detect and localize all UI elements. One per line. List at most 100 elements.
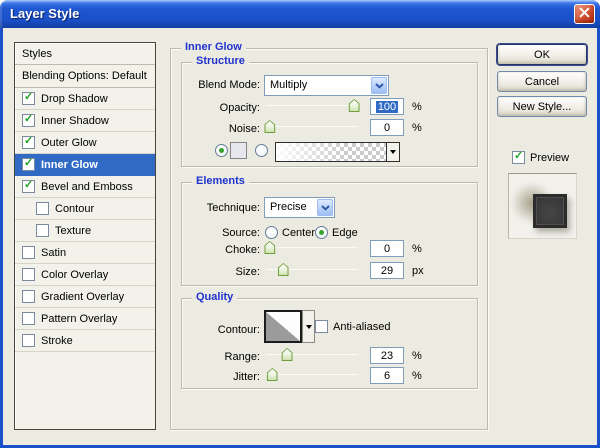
preview-toggle[interactable]: Preview — [512, 151, 569, 164]
choke-slider-thumb[interactable] — [264, 241, 275, 254]
blend-mode-select[interactable]: Multiply — [264, 75, 389, 96]
sidebar-item-label: Drop Shadow — [41, 93, 108, 105]
size-label: Size: — [182, 266, 260, 278]
antialiased-checkbox[interactable] — [315, 320, 328, 333]
technique-select[interactable]: Precise — [264, 197, 335, 218]
chevron-down-icon[interactable] — [317, 199, 333, 216]
choke-unit: % — [412, 243, 422, 255]
sidebar-item[interactable]: Pattern Overlay — [15, 308, 155, 330]
jitter-label: Jitter: — [182, 371, 260, 383]
sidebar-item[interactable]: Gradient Overlay — [15, 286, 155, 308]
noise-value: 0 — [384, 122, 390, 134]
contour-thumbnail[interactable] — [264, 310, 302, 343]
range-slider[interactable] — [266, 348, 358, 362]
choke-slider[interactable] — [266, 241, 358, 255]
structure-group: Structure Blend Mode: Multiply Opacity: … — [181, 62, 478, 167]
range-slider-thumb[interactable] — [282, 348, 293, 361]
jitter-value: 6 — [384, 370, 390, 382]
size-value: 29 — [381, 265, 393, 277]
structure-title: Structure — [192, 55, 249, 67]
ok-button[interactable]: OK — [497, 44, 587, 65]
cancel-button[interactable]: Cancel — [497, 71, 587, 92]
new-style-button[interactable]: New Style... — [497, 96, 587, 117]
jitter-input[interactable]: 6 — [370, 367, 404, 384]
jitter-slider[interactable] — [266, 368, 358, 382]
styles-list-header: Styles — [15, 43, 155, 65]
sidebar-item-blending-options[interactable]: Blending Options: Default — [15, 65, 155, 88]
size-slider-thumb[interactable] — [278, 263, 289, 276]
choke-input[interactable]: 0 — [370, 240, 404, 257]
sidebar-item-label: Gradient Overlay — [41, 291, 124, 303]
style-checkbox[interactable] — [22, 180, 35, 193]
styles-list: Styles Blending Options: Default Drop Sh… — [14, 42, 156, 430]
range-label: Range: — [182, 351, 260, 363]
sidebar-item[interactable]: Texture — [15, 220, 155, 242]
source-edge-radio[interactable] — [315, 226, 328, 239]
source-edge-label[interactable]: Edge — [332, 227, 358, 239]
style-checkbox[interactable] — [22, 312, 35, 325]
close-icon — [579, 5, 590, 23]
noise-input[interactable]: 0 — [370, 119, 404, 136]
color-radio[interactable] — [215, 144, 228, 157]
style-checkbox[interactable] — [22, 136, 35, 149]
range-input[interactable]: 23 — [370, 347, 404, 364]
elements-title: Elements — [192, 175, 249, 187]
style-checkbox[interactable] — [22, 114, 35, 127]
antialiased-label[interactable]: Anti-aliased — [333, 321, 390, 333]
gradient-dropdown-arrow-icon[interactable] — [386, 143, 399, 161]
style-checkbox[interactable] — [22, 158, 35, 171]
blend-mode-label: Blend Mode: — [182, 79, 260, 91]
sidebar-item-label: Color Overlay — [41, 269, 108, 281]
inner-glow-panel: Inner Glow Structure Blend Mode: Multipl… — [170, 48, 488, 430]
size-unit: px — [412, 265, 424, 277]
glow-color-swatch[interactable] — [230, 142, 247, 159]
gradient-picker[interactable] — [275, 142, 400, 162]
window-title: Layer Style — [10, 6, 79, 21]
slider-track — [266, 374, 358, 375]
close-button[interactable] — [574, 4, 595, 24]
jitter-slider-thumb[interactable] — [267, 368, 278, 381]
slider-track — [266, 105, 358, 106]
opacity-input[interactable]: 100 — [370, 98, 404, 115]
noise-slider[interactable] — [266, 120, 358, 134]
sidebar-item[interactable]: Satin — [15, 242, 155, 264]
source-center-label[interactable]: Center — [282, 227, 315, 239]
style-checkbox[interactable] — [36, 224, 49, 237]
source-center-radio[interactable] — [265, 226, 278, 239]
opacity-value: 100 — [376, 101, 398, 113]
title-bar[interactable]: Layer Style — [0, 0, 600, 28]
style-checkbox[interactable] — [22, 268, 35, 281]
contour-dropdown-arrow-icon[interactable] — [302, 310, 315, 343]
noise-slider-thumb[interactable] — [264, 120, 275, 133]
sidebar-item[interactable]: Stroke — [15, 330, 155, 352]
sidebar-item[interactable]: Outer Glow — [15, 132, 155, 154]
gradient-radio[interactable] — [255, 144, 268, 157]
style-checkbox[interactable] — [22, 334, 35, 347]
sidebar-item[interactable]: Bevel and Emboss — [15, 176, 155, 198]
sidebar-item[interactable]: Inner Shadow — [15, 110, 155, 132]
style-checkbox[interactable] — [22, 92, 35, 105]
sidebar-item[interactable]: Color Overlay — [15, 264, 155, 286]
preview-checkbox[interactable] — [512, 151, 525, 164]
style-checkbox[interactable] — [22, 290, 35, 303]
sidebar-item[interactable]: Drop Shadow — [15, 88, 155, 110]
sidebar-item-label: Satin — [41, 247, 66, 259]
sidebar-item[interactable]: Inner Glow — [15, 154, 155, 176]
noise-label: Noise: — [182, 123, 260, 135]
contour-label: Contour: — [182, 324, 260, 336]
opacity-slider-thumb[interactable] — [349, 99, 360, 112]
sidebar-item-label: Stroke — [41, 335, 73, 347]
slider-track — [266, 126, 358, 127]
gradient-swatch[interactable] — [276, 143, 386, 161]
sidebar-item[interactable]: Contour — [15, 198, 155, 220]
panel-title: Inner Glow — [181, 41, 246, 53]
ok-button-label: OK — [534, 49, 550, 61]
opacity-slider[interactable] — [266, 99, 358, 113]
quality-group: Quality Contour: Anti-aliased Range: 23 … — [181, 298, 478, 389]
technique-label: Technique: — [182, 202, 260, 214]
style-checkbox[interactable] — [22, 246, 35, 259]
size-input[interactable]: 29 — [370, 262, 404, 279]
chevron-down-icon[interactable] — [371, 77, 387, 94]
size-slider[interactable] — [266, 263, 358, 277]
style-checkbox[interactable] — [36, 202, 49, 215]
